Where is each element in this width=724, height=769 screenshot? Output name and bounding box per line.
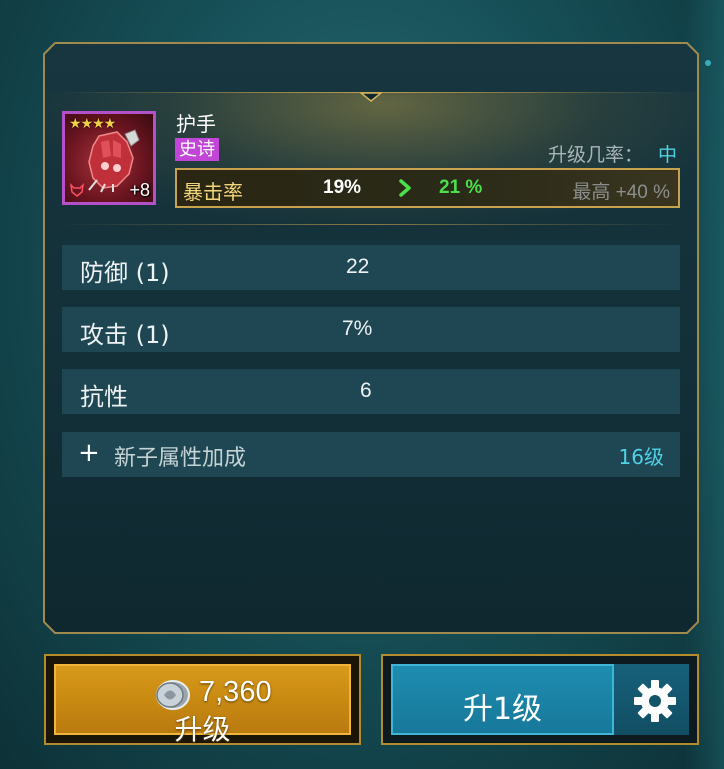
caret-down-icon (360, 92, 382, 102)
substat-value: 22 (346, 255, 370, 278)
new-substat-level: 16级 (618, 445, 664, 469)
level-up-button[interactable]: 升1级 (391, 664, 614, 735)
substat-row-resistance: 抗性 6 (62, 369, 680, 414)
plus-icon: + (78, 438, 100, 468)
substat-value: 7% (342, 317, 373, 340)
header-divider-bottom (60, 224, 680, 225)
substat-label: 防御 (1) (80, 259, 170, 287)
star-rating: ★★★★ (69, 116, 116, 132)
level-up-button-group: 升1级 (381, 654, 699, 745)
item-icon-gauntlet[interactable]: ★★★★ +8 (62, 111, 156, 205)
upgrade-cost: 7,360 (199, 676, 272, 708)
chevron-right-icon (399, 179, 411, 197)
substat-row-defense: 防御 (1) 22 (62, 245, 680, 290)
indicator-dot (705, 60, 711, 66)
substat-label: 攻击 (1) (80, 321, 170, 349)
rarity-badge: 史诗 (175, 138, 219, 161)
substat-value: 6 (360, 379, 372, 402)
substat-row-attack: 攻击 (1) 7% (62, 307, 680, 352)
settings-button[interactable] (614, 664, 689, 735)
upgrade-button-label: 升级 (174, 713, 231, 746)
upgrade-button-face[interactable]: 7,360 升级 (54, 664, 351, 746)
new-substat-row: + 新子属性加成 16级 (62, 432, 680, 477)
gear-icon (634, 680, 676, 722)
upgrade-button[interactable]: 7,360 升级 (44, 654, 361, 746)
item-plus-level: +8 (129, 180, 150, 200)
main-stat-current: 19% (323, 177, 362, 198)
level-up-button-label: 升1级 (462, 692, 543, 727)
faction-icon (69, 182, 85, 197)
main-stat-bar: 暴击率 19% 21 % 最高 +40 % (175, 168, 680, 208)
silver-coin-icon (156, 680, 190, 710)
new-substat-label: 新子属性加成 (114, 446, 247, 471)
main-stat-max: 最高 +40 % (572, 182, 670, 203)
item-name: 护手 (176, 112, 216, 136)
upgrade-chance-value: 中 (658, 144, 678, 166)
main-stat-next: 21 % (439, 177, 483, 198)
main-stat-name: 暴击率 (183, 180, 243, 204)
upgrade-chance-label: 升级几率： (548, 144, 644, 166)
substat-label: 抗性 (80, 383, 128, 411)
